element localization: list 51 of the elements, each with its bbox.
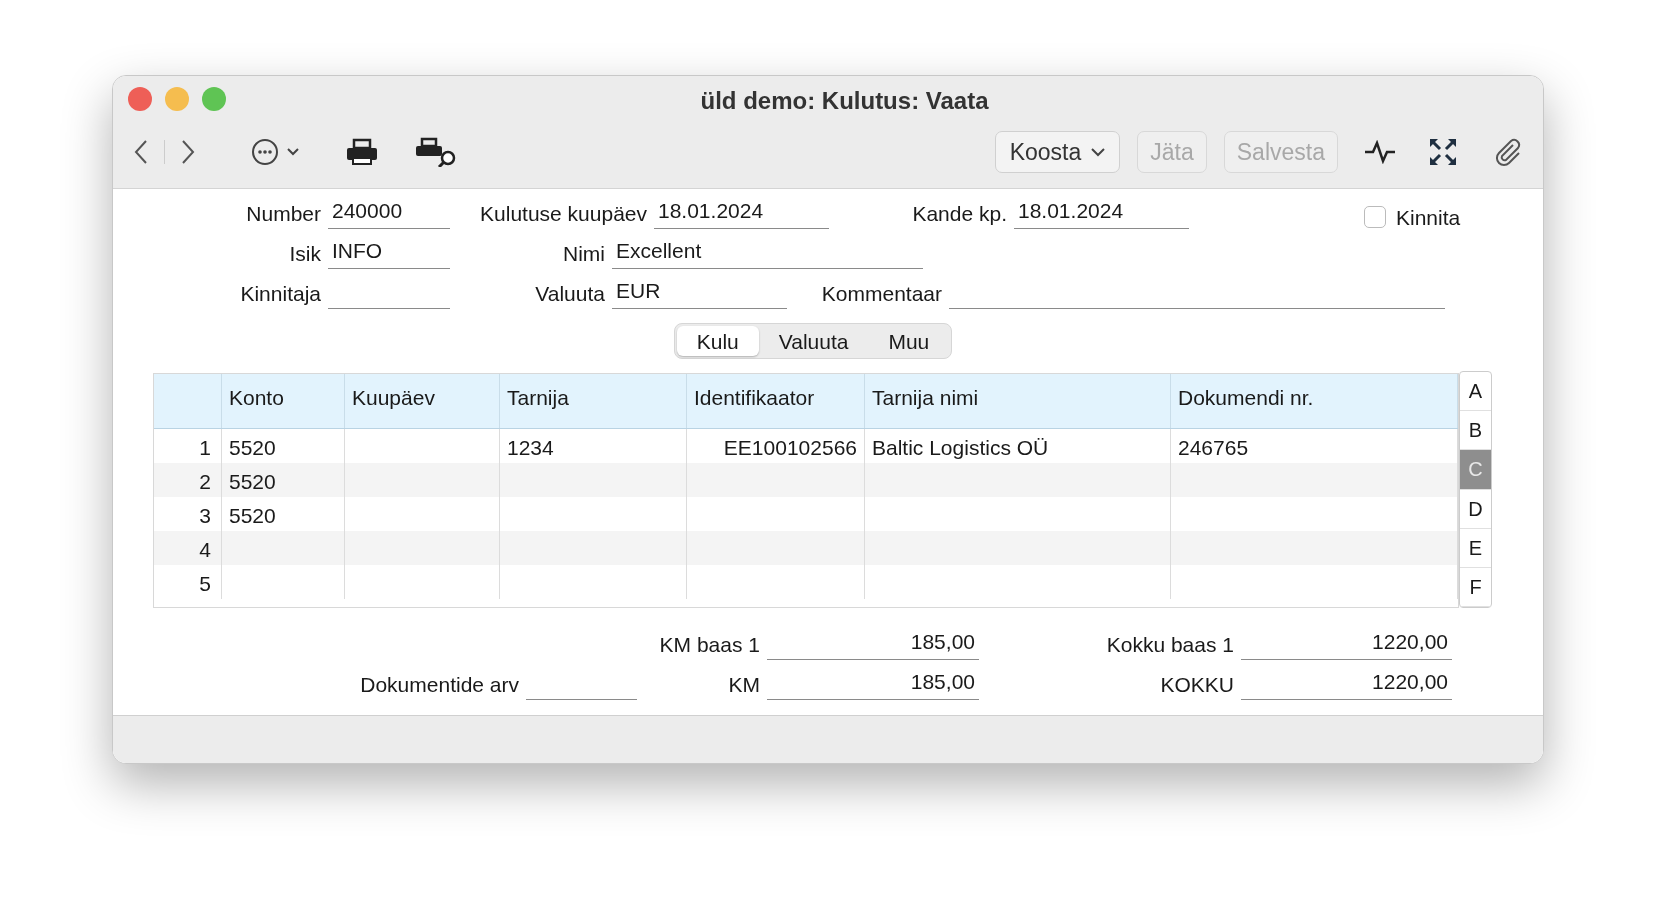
field-label: Kande kp.: [911, 200, 1008, 227]
input-field[interactable]: INFO: [328, 239, 450, 269]
field-label: Kokku baas 1: [1105, 631, 1235, 658]
input-field[interactable]: 1220,00: [1241, 630, 1452, 660]
printer-icon[interactable]: [346, 138, 378, 166]
input-field[interactable]: EUR: [612, 279, 787, 309]
side-tab[interactable]: F: [1460, 567, 1491, 608]
field-label: Number: [245, 200, 322, 227]
column-header[interactable]: Tarnija: [500, 374, 687, 428]
row-number: 5: [154, 565, 222, 599]
tab[interactable]: Kulu: [676, 326, 759, 356]
activity-icon[interactable]: [1364, 140, 1396, 164]
field-label: Kommentaar: [820, 280, 943, 307]
field-label: Valuuta: [534, 280, 606, 307]
input-field[interactable]: 185,00: [767, 670, 979, 700]
side-tab[interactable]: E: [1460, 528, 1491, 568]
column-header[interactable]: Identifikaator: [687, 374, 865, 428]
close-button[interactable]: [128, 87, 152, 111]
side-tab[interactable]: A: [1460, 372, 1491, 412]
compose-dropdown[interactable]: Koosta: [994, 131, 1121, 173]
side-tab[interactable]: D: [1460, 489, 1491, 529]
paperclip-icon[interactable]: [1493, 137, 1523, 167]
input-field[interactable]: 185,00: [767, 630, 979, 660]
forward-icon[interactable]: [180, 139, 196, 165]
window-title: üld demo: Kulutus: Vaata: [700, 86, 989, 116]
field-label: Kinnitaja: [239, 280, 322, 307]
field-label: Kulutuse kuupäev: [479, 200, 648, 227]
field-label: KM baas 1: [658, 631, 761, 658]
column-header[interactable]: Tarnija nimi: [865, 374, 1171, 428]
field-label: KM: [727, 671, 761, 698]
tab[interactable]: Valuuta: [758, 326, 869, 356]
back-icon[interactable]: [133, 139, 149, 165]
input-field[interactable]: Excellent: [612, 239, 923, 269]
column-header[interactable]: Kuupäev: [345, 374, 500, 428]
field-label: Isik: [288, 240, 322, 267]
chevron-down-icon: [1091, 147, 1106, 157]
field-label: Nimi: [562, 240, 606, 267]
more-icon[interactable]: [251, 138, 301, 166]
field-label: KOKKU: [1159, 671, 1235, 698]
print-preview-icon[interactable]: [416, 137, 458, 167]
input-field[interactable]: 18.01.2024: [654, 199, 829, 229]
column-header[interactable]: Dokumendi nr.: [1171, 374, 1458, 428]
column-header[interactable]: Konto: [222, 374, 345, 428]
input-field[interactable]: 240000: [328, 199, 450, 229]
tab[interactable]: Muu: [868, 326, 950, 356]
expand-icon[interactable]: [1429, 138, 1457, 166]
checkbox-label: Kinnita: [1396, 204, 1461, 231]
input-field[interactable]: 18.01.2024: [1014, 199, 1189, 229]
field-label: Dokumentide arv: [359, 671, 520, 698]
checkbox[interactable]: [1364, 206, 1386, 229]
input-field[interactable]: 1220,00: [1241, 670, 1452, 700]
